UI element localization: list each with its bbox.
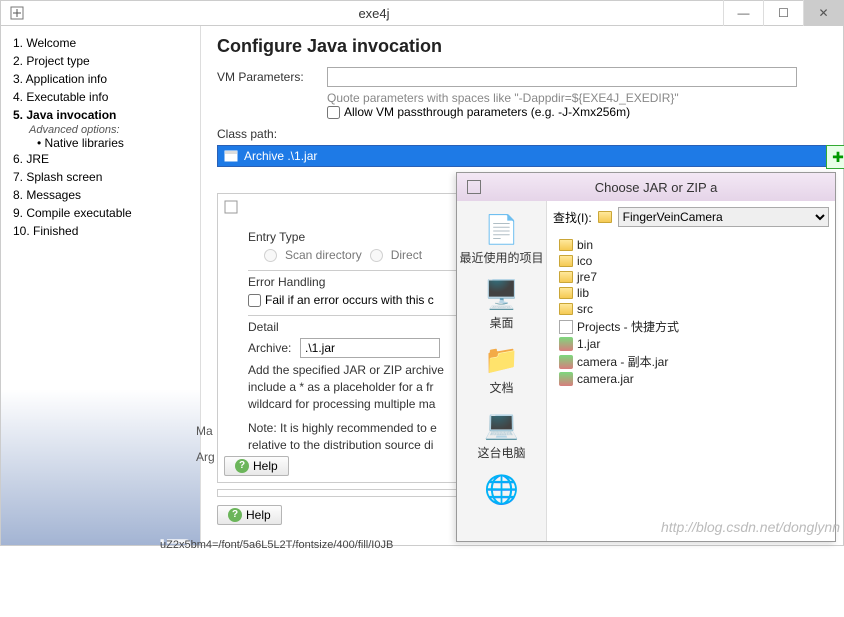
- classpath-entry-text: Archive .\1.jar: [244, 149, 317, 163]
- add-classpath-button[interactable]: ✚: [826, 145, 844, 169]
- file-name: bin: [577, 238, 593, 252]
- file-item[interactable]: 1.jar: [557, 336, 825, 352]
- close-button[interactable]: ✕: [803, 0, 843, 26]
- desktop-icon: 🖥️: [484, 276, 520, 312]
- archive-input[interactable]: [300, 338, 440, 358]
- vm-passthrough-checkbox[interactable]: [327, 106, 340, 119]
- place-desktop[interactable]: 🖥️ 桌面: [484, 276, 520, 331]
- arguments-label: Arg: [196, 450, 215, 464]
- archive-label: Archive:: [248, 341, 300, 355]
- folder-icon: [559, 303, 573, 315]
- sidebar-advanced-label: Advanced options:: [13, 124, 188, 136]
- place-recent[interactable]: 📄 最近使用的项目: [459, 211, 543, 266]
- file-list: bin ico jre7 lib src Projects - 快捷方式 1.j…: [553, 233, 829, 391]
- jar-icon: [559, 337, 573, 351]
- help-icon: ?: [228, 508, 242, 522]
- dialog-icon: [467, 180, 481, 194]
- wizard-sidebar: 1. Welcome 2. Project type 3. Applicatio…: [1, 26, 201, 545]
- sidebar-step-6[interactable]: 6. JRE: [13, 150, 188, 168]
- sidebar-step-7[interactable]: 7. Splash screen: [13, 168, 188, 186]
- inner-help-label: Help: [253, 459, 278, 473]
- file-item[interactable]: lib: [557, 285, 825, 301]
- file-name: camera - 副本.jar: [577, 353, 668, 370]
- vm-passthrough-label: Allow VM passthrough parameters (e.g. -J…: [344, 105, 630, 119]
- sidebar-advanced-item[interactable]: • Native libraries: [13, 136, 188, 150]
- sidebar-step-5[interactable]: 5. Java invocation: [13, 106, 188, 124]
- place-network[interactable]: 🌐: [484, 471, 520, 507]
- file-name: jre7: [577, 270, 597, 284]
- shortcut-icon: [559, 320, 573, 334]
- recent-icon: 📄: [483, 211, 519, 247]
- place-desktop-label: 桌面: [489, 314, 513, 331]
- page-title: Configure Java invocation: [217, 36, 827, 57]
- sidebar-step-10[interactable]: 10. Finished: [13, 222, 188, 240]
- main-class-label: Ma: [196, 424, 213, 438]
- file-name: 1.jar: [577, 337, 600, 351]
- place-computer[interactable]: 💻 这台电脑: [477, 406, 525, 461]
- file-name: camera.jar: [577, 372, 634, 386]
- fail-on-error-checkbox[interactable]: [248, 294, 261, 307]
- file-item[interactable]: Projects - 快捷方式: [557, 317, 825, 336]
- network-icon: 🌐: [484, 471, 520, 507]
- folder-icon: [598, 211, 612, 223]
- app-icon: [9, 5, 25, 21]
- lookin-label: 查找(I):: [553, 209, 592, 226]
- classpath-label: Class path:: [217, 127, 827, 141]
- minimize-button[interactable]: —: [723, 0, 763, 26]
- place-computer-label: 这台电脑: [477, 444, 525, 461]
- scan-directory-radio[interactable]: [264, 249, 277, 262]
- archive-icon: [224, 149, 238, 163]
- sidebar-step-8[interactable]: 8. Messages: [13, 186, 188, 204]
- vm-params-input[interactable]: [327, 67, 797, 87]
- watermark: http://blog.csdn.net/donglynn: [661, 519, 840, 535]
- file-name: ico: [577, 254, 592, 268]
- jar-icon: [559, 355, 573, 369]
- file-item[interactable]: jre7: [557, 269, 825, 285]
- file-item[interactable]: camera.jar: [557, 371, 825, 387]
- place-documents-label: 文档: [489, 379, 513, 396]
- classpath-entry[interactable]: Archive .\1.jar ✚: [217, 145, 827, 167]
- file-item[interactable]: bin: [557, 237, 825, 253]
- computer-icon: 💻: [483, 406, 519, 442]
- sidebar-step-4[interactable]: 4. Executable info: [13, 88, 188, 106]
- dialog-titlebar: Choose JAR or ZIP a: [457, 173, 835, 201]
- vm-params-hint: Quote parameters with spaces like "-Dapp…: [327, 91, 827, 105]
- file-item[interactable]: ico: [557, 253, 825, 269]
- window-title: exe4j: [25, 6, 723, 21]
- file-item[interactable]: src: [557, 301, 825, 317]
- fail-on-error-label: Fail if an error occurs with this c: [265, 293, 434, 307]
- help-icon: ?: [235, 459, 249, 473]
- file-name: lib: [577, 286, 589, 300]
- dialog-title: Choose JAR or ZIP a: [487, 180, 825, 195]
- folder-icon: [559, 287, 573, 299]
- outer-help-label: Help: [246, 508, 271, 522]
- folder-icon: [559, 239, 573, 251]
- place-documents[interactable]: 📁 文档: [484, 341, 520, 396]
- titlebar: exe4j — ☐ ✕: [0, 0, 844, 26]
- scan-directory-label: Scan directory: [285, 248, 362, 262]
- sidebar-step-3[interactable]: 3. Application info: [13, 70, 188, 88]
- file-name: Projects - 快捷方式: [577, 318, 679, 335]
- direct-label: Direct: [391, 248, 422, 262]
- file-chooser-dialog: Choose JAR or ZIP a 📄 最近使用的项目 🖥️ 桌面 📁 文档…: [456, 172, 836, 542]
- place-recent-label: 最近使用的项目: [459, 249, 543, 266]
- sidebar-step-2[interactable]: 2. Project type: [13, 52, 188, 70]
- direct-radio[interactable]: [370, 249, 383, 262]
- footer-text: uZ2x5bm4=/font/5a6L5L2T/fontsize/400/fil…: [160, 539, 393, 551]
- folder-icon: [559, 255, 573, 267]
- vm-params-label: VM Parameters:: [217, 70, 327, 84]
- file-item[interactable]: camera - 副本.jar: [557, 352, 825, 371]
- panel-icon: [224, 200, 238, 214]
- folder-icon: [559, 271, 573, 283]
- sidebar-step-9[interactable]: 9. Compile executable: [13, 204, 188, 222]
- lookin-select[interactable]: FingerVeinCamera: [618, 207, 829, 227]
- sidebar-step-1[interactable]: 1. Welcome: [13, 34, 188, 52]
- file-name: src: [577, 302, 593, 316]
- outer-help-button[interactable]: ? Help: [217, 505, 282, 525]
- places-bar: 📄 最近使用的项目 🖥️ 桌面 📁 文档 💻 这台电脑 🌐: [457, 201, 547, 541]
- inner-help-button[interactable]: ? Help: [224, 456, 289, 476]
- jar-icon: [559, 372, 573, 386]
- documents-icon: 📁: [484, 341, 520, 377]
- maximize-button[interactable]: ☐: [763, 0, 803, 26]
